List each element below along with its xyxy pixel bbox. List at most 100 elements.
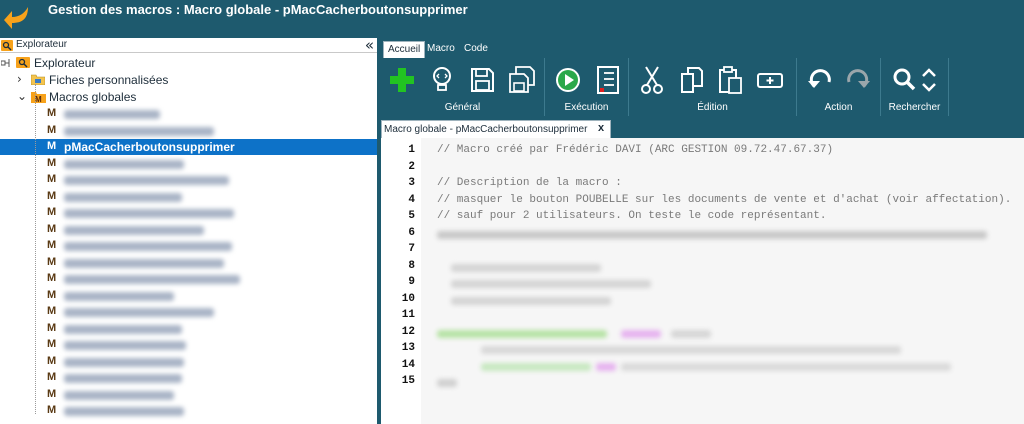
- tab-accueil[interactable]: Accueil: [383, 41, 426, 58]
- tree-item-macro[interactable]: M: [0, 304, 377, 320]
- macro-icon: M: [47, 404, 57, 416]
- code-line: // Macro créé par Frédéric DAVI (ARC GES…: [437, 144, 834, 156]
- macro-icon: M: [47, 107, 57, 119]
- debug-list-icon[interactable]: [593, 64, 623, 96]
- tree-item-macro[interactable]: M: [0, 222, 377, 238]
- tree-item-macro[interactable]: M: [0, 172, 377, 188]
- macro-icon: M: [47, 123, 57, 136]
- redo-icon[interactable]: [843, 64, 873, 96]
- redacted-code: [621, 362, 951, 371]
- up-down-icon[interactable]: [919, 64, 939, 96]
- redacted-label: [64, 110, 160, 119]
- tree-item-macro[interactable]: M: [0, 123, 377, 139]
- redacted-label: [64, 126, 214, 136]
- line-number: 11: [401, 309, 415, 321]
- macro-icon: M: [47, 239, 57, 251]
- redacted-code: [621, 329, 661, 338]
- insert-icon[interactable]: [755, 64, 785, 96]
- tree-item-macro[interactable]: M: [0, 255, 377, 271]
- tree-item-macro[interactable]: M: [0, 205, 377, 221]
- macro-icon: M: [47, 173, 57, 185]
- tree-item-macro[interactable]: M: [0, 387, 377, 403]
- tree-item-macros-globales[interactable]: ⌄ M Macros globales: [0, 89, 377, 105]
- line-number: 12: [401, 325, 415, 338]
- explorer-tree: Explorateur › Fiches personnalisées ⌄ M …: [0, 54, 377, 424]
- macro-icon: M: [47, 189, 57, 202]
- macro-icon: M: [47, 156, 57, 169]
- macro-icon: M: [47, 354, 57, 367]
- tab-code[interactable]: Code: [460, 41, 492, 58]
- redacted-code: [451, 263, 601, 272]
- macro-folder-icon: M: [31, 92, 46, 103]
- explorer-icon: [1, 40, 13, 51]
- undo-icon[interactable]: [805, 64, 835, 96]
- code-editor[interactable]: 1 2 3 4 5 6 7 8 9 10 11 12 13 14 15 // Macro créé par …: [381, 138, 1024, 424]
- explorer-header-label: Explorateur: [16, 39, 68, 50]
- tree-item-macro[interactable]: M: [0, 106, 377, 122]
- tree-item-selected-macro[interactable]: MpMacCacherboutonsupprimer: [0, 139, 377, 155]
- tree-item-macro[interactable]: M: [0, 321, 377, 337]
- document-tab-label: Macro globale - pMacCacherboutonsupprime…: [384, 124, 588, 135]
- title-bar: Gestion des macros : Macro globale - pMa…: [0, 0, 1024, 38]
- tree-item-macro[interactable]: M: [0, 288, 377, 304]
- back-arrow-icon[interactable]: [4, 3, 34, 33]
- tree-item-macro[interactable]: M: [0, 370, 377, 386]
- paste-icon[interactable]: [715, 64, 745, 96]
- tree-item-macro[interactable]: M: [0, 354, 377, 370]
- idea-icon[interactable]: [427, 64, 457, 96]
- window-title: Gestion des macros : Macro globale - pMa…: [48, 2, 468, 17]
- group-action: Action: [797, 58, 881, 116]
- collapse-panel-button[interactable]: «: [365, 36, 374, 54]
- redacted-label: [64, 324, 182, 334]
- save-all-icon[interactable]: [507, 64, 537, 96]
- document-tab[interactable]: Macro globale - pMacCacherboutonsupprime…: [381, 120, 611, 138]
- redacted-label: [64, 341, 186, 350]
- tree-item-macro[interactable]: M: [0, 403, 377, 419]
- redacted-code: [437, 230, 987, 239]
- tree-root-label: Explorateur: [34, 56, 96, 70]
- group-label: Exécution: [564, 102, 609, 113]
- line-number: 7: [408, 243, 415, 255]
- line-number: 3: [408, 177, 415, 189]
- search-icon[interactable]: [889, 64, 919, 96]
- redacted-label: [64, 159, 184, 169]
- redacted-label: [64, 374, 182, 383]
- tree-item-macro[interactable]: M: [0, 337, 377, 353]
- tree-item-macro[interactable]: M: [0, 189, 377, 205]
- ribbon-toolbar: Général Exécution Édition Action Recherc…: [381, 58, 951, 116]
- chevron-down-icon[interactable]: ⌄: [17, 89, 27, 103]
- cut-icon[interactable]: [637, 64, 667, 96]
- ribbon-tabs: Accueil Macro Code: [381, 38, 1024, 58]
- redacted-label: [64, 308, 214, 317]
- tree-root[interactable]: Explorateur: [0, 55, 377, 71]
- macro-icon: M: [47, 387, 57, 400]
- redacted-code: [451, 280, 651, 288]
- tree-item-macro[interactable]: M: [0, 271, 377, 287]
- macro-icon: M: [47, 305, 57, 317]
- run-icon[interactable]: [553, 64, 583, 96]
- redacted-label: [64, 275, 240, 284]
- redacted-label: [64, 242, 232, 251]
- tab-macro[interactable]: Macro: [423, 41, 459, 58]
- line-number: 4: [408, 193, 415, 206]
- add-icon[interactable]: [387, 64, 417, 96]
- group-execution: Exécution: [545, 58, 629, 116]
- copy-icon[interactable]: [677, 64, 707, 96]
- macro-icon: M: [47, 338, 57, 350]
- macro-icon: M: [47, 288, 57, 301]
- line-number: 5: [408, 210, 415, 222]
- redacted-code: [451, 296, 611, 305]
- redacted-label: [64, 258, 224, 268]
- tree-item-fiches[interactable]: › Fiches personnalisées: [0, 72, 377, 88]
- redacted-code: [437, 379, 457, 387]
- chevron-right-icon[interactable]: ›: [17, 72, 22, 86]
- explorer-panel: Explorateur « Explorateur › Fiches perso…: [0, 36, 377, 424]
- tree-item-macro[interactable]: M: [0, 156, 377, 172]
- line-number: 2: [408, 160, 415, 173]
- save-icon[interactable]: [467, 64, 497, 96]
- code-area[interactable]: // Macro créé par Frédéric DAVI (ARC GES…: [421, 138, 1024, 424]
- macro-icon: M: [47, 371, 57, 383]
- tree-item-macro[interactable]: M: [0, 238, 377, 254]
- redacted-code: [437, 329, 607, 338]
- close-tab-button[interactable]: x: [598, 122, 604, 134]
